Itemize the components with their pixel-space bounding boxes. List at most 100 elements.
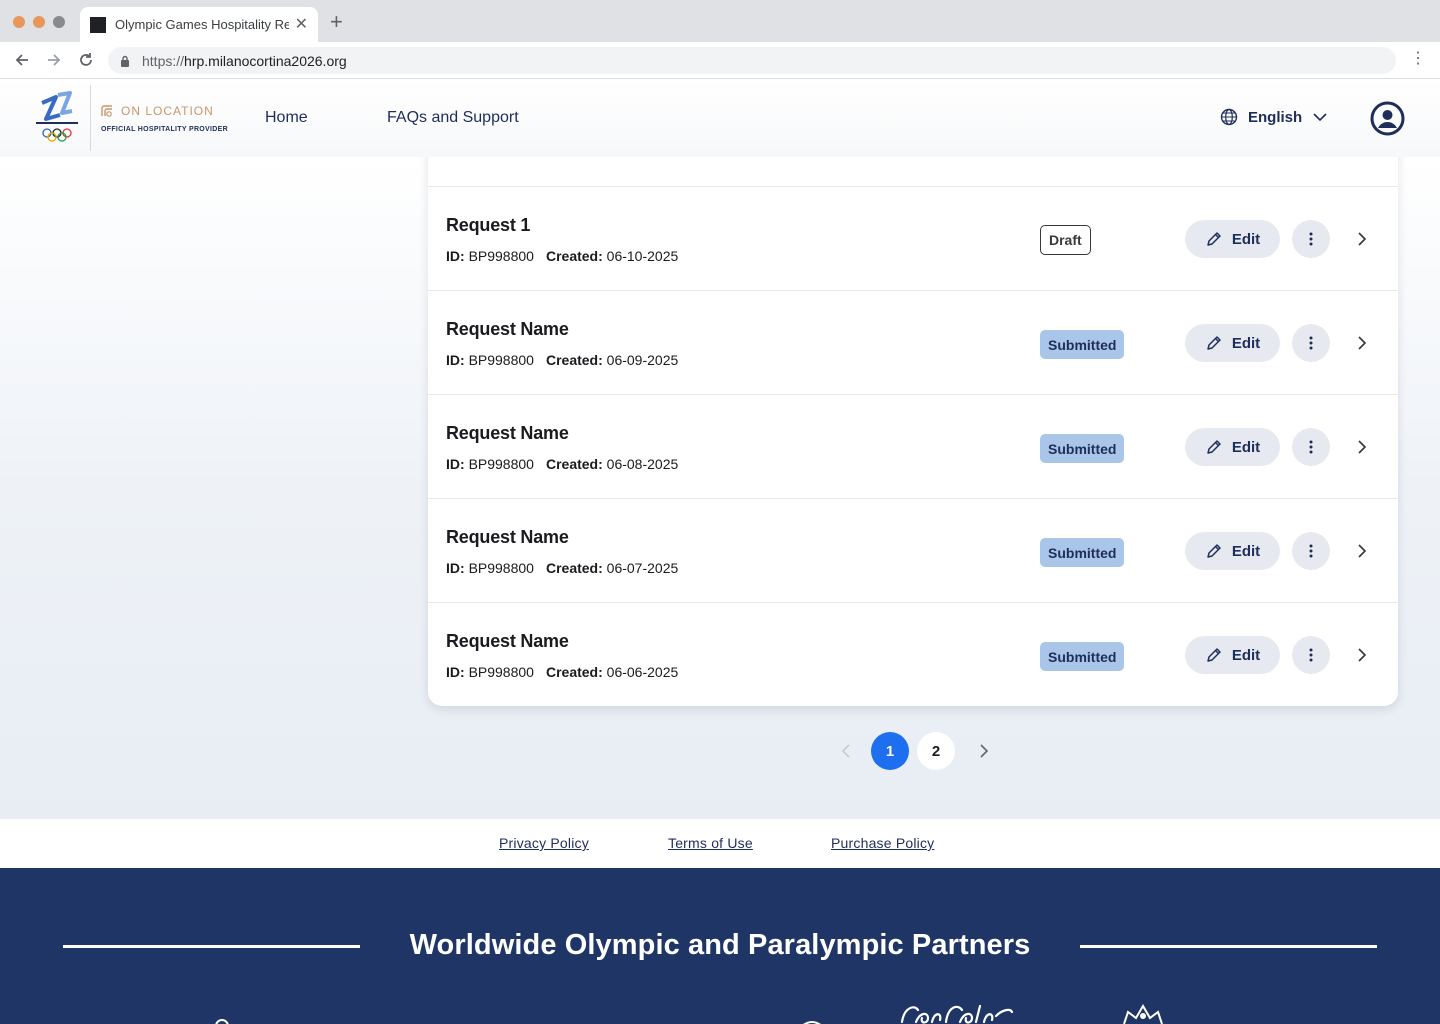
- browser-tab[interactable]: Olympic Games Hospitality Rec ✕: [80, 7, 318, 42]
- language-label: English: [1248, 108, 1303, 126]
- open-request-button[interactable]: [1350, 435, 1374, 459]
- partner-logo-icon: [215, 1019, 229, 1024]
- status-badge: Submitted: [1040, 538, 1125, 567]
- status-badge: Submitted: [1040, 330, 1125, 359]
- globe-icon: [1220, 108, 1238, 126]
- on-location-logo[interactable]: ON LOCATION: [99, 103, 214, 119]
- request-meta: ID: BP998800 Created: 06-06-2025: [446, 664, 679, 680]
- more-vertical-icon: [1309, 440, 1313, 454]
- reload-icon[interactable]: [76, 50, 96, 70]
- chevron-right-icon: [1358, 544, 1367, 558]
- url-input[interactable]: https://hrp.milanocortina2026.org: [108, 47, 1396, 74]
- edit-button[interactable]: Edit: [1185, 636, 1280, 674]
- pencil-icon: [1207, 648, 1221, 662]
- more-vertical-icon: [1309, 544, 1313, 558]
- partners-divider-right: [1080, 945, 1377, 948]
- edit-button[interactable]: Edit: [1185, 428, 1280, 466]
- more-vertical-icon: [1309, 648, 1313, 662]
- browser-menu-icon[interactable]: ⋮: [1410, 51, 1426, 67]
- browser-tab-bar: Olympic Games Hospitality Rec ✕ +: [0, 0, 1440, 42]
- privacy-policy-link[interactable]: Privacy Policy: [499, 835, 589, 851]
- request-meta: ID: BP998800 Created: 06-08-2025: [446, 456, 679, 472]
- purchase-policy-link[interactable]: Purchase Policy: [831, 835, 934, 851]
- status-badge: Draft: [1040, 225, 1091, 255]
- user-account-icon[interactable]: [1370, 101, 1405, 136]
- window-minimize-control[interactable]: [33, 16, 45, 28]
- request-meta: ID: BP998800 Created: 06-07-2025: [446, 560, 679, 576]
- chevron-right-icon: [980, 744, 989, 758]
- coca-cola-logo-icon: [900, 1004, 1014, 1024]
- request-name: Request Name: [446, 527, 569, 547]
- edit-button[interactable]: Edit: [1185, 324, 1280, 362]
- request-row[interactable]: Request Name ID: BP998800 Created: 06-06-…: [428, 603, 1398, 706]
- new-tab-icon[interactable]: +: [330, 11, 343, 33]
- pencil-icon: [1207, 336, 1221, 350]
- open-request-button[interactable]: [1350, 227, 1374, 251]
- request-name: Request Name: [446, 631, 569, 651]
- requests-list-card: Request 1 ID: BP998800 Created: 06-10-202…: [428, 131, 1398, 706]
- chevron-right-icon: [1358, 440, 1367, 454]
- pencil-icon: [1207, 440, 1221, 454]
- status-badge: Submitted: [1040, 434, 1125, 463]
- nav-faqs-support[interactable]: FAQs and Support: [387, 109, 519, 127]
- status-badge: Submitted: [1040, 642, 1125, 671]
- forward-icon[interactable]: [44, 50, 64, 70]
- pagination-next-button[interactable]: [972, 739, 996, 768]
- site-header: ON LOCATION OFFICIAL HOSPITALITY PROVIDE…: [0, 79, 1440, 157]
- request-row[interactable]: Request Name ID: BP998800 Created: 06-09-…: [428, 291, 1398, 395]
- lock-icon: [121, 55, 129, 67]
- open-request-button[interactable]: [1350, 331, 1374, 355]
- pagination-page-1[interactable]: 1: [871, 732, 909, 770]
- tab-title: Olympic Games Hospitality Rec: [115, 17, 289, 32]
- more-options-button[interactable]: [1292, 636, 1330, 674]
- back-icon[interactable]: [12, 50, 32, 70]
- url-host: hrp.milanocortina2026.org: [184, 52, 347, 69]
- chevron-right-icon: [1358, 232, 1367, 246]
- more-options-button[interactable]: [1292, 532, 1330, 570]
- logo-divider: [90, 85, 91, 151]
- terms-of-use-link[interactable]: Terms of Use: [668, 835, 753, 851]
- request-row[interactable]: Request 1 ID: BP998800 Created: 06-10-202…: [428, 187, 1398, 291]
- browser-address-bar: https://hrp.milanocortina2026.org ⋮: [0, 42, 1440, 79]
- partners-section: Worldwide Olympic and Paralympic Partner…: [0, 868, 1440, 1024]
- brand-name: ON LOCATION: [121, 104, 214, 118]
- edit-button[interactable]: Edit: [1185, 532, 1280, 570]
- request-name: Request Name: [446, 319, 569, 339]
- brand-subtitle: OFFICIAL HOSPITALITY PROVIDER: [101, 126, 228, 133]
- more-options-button[interactable]: [1292, 220, 1330, 258]
- request-meta: ID: BP998800 Created: 06-10-2025: [446, 248, 679, 264]
- chevron-left-icon: [841, 744, 850, 758]
- favicon-icon: [90, 16, 106, 33]
- on-location-mark-icon: [101, 105, 112, 117]
- open-request-button[interactable]: [1350, 539, 1374, 563]
- nav-home[interactable]: Home: [265, 109, 308, 127]
- partner-crest-icon: [1123, 1004, 1163, 1024]
- pencil-icon: [1207, 544, 1221, 558]
- request-name: Request 1: [446, 215, 531, 235]
- tab-close-icon[interactable]: ✕: [295, 16, 308, 33]
- request-name: Request Name: [446, 423, 569, 443]
- more-vertical-icon: [1309, 232, 1313, 246]
- partner-logo-icon: [803, 1021, 821, 1024]
- request-meta: ID: BP998800 Created: 06-09-2025: [446, 352, 679, 368]
- url-scheme: https://: [142, 52, 185, 69]
- open-request-button[interactable]: [1350, 643, 1374, 667]
- more-vertical-icon: [1309, 336, 1313, 350]
- window-close-control[interactable]: [13, 16, 25, 28]
- chevron-right-icon: [1358, 648, 1367, 662]
- more-options-button[interactable]: [1292, 324, 1330, 362]
- footer-links: Privacy Policy Terms of Use Purchase Pol…: [0, 819, 1440, 868]
- milano-cortina-logo-icon[interactable]: [32, 89, 82, 145]
- edit-button[interactable]: Edit: [1185, 220, 1280, 258]
- main-content: Request 1 ID: BP998800 Created: 06-10-202…: [0, 131, 1440, 819]
- pencil-icon: [1207, 232, 1221, 246]
- pagination-prev-button[interactable]: [834, 739, 858, 768]
- pagination: 1 2: [830, 732, 1000, 770]
- chevron-down-icon: [1313, 113, 1327, 122]
- request-row[interactable]: Request Name ID: BP998800 Created: 06-08-…: [428, 395, 1398, 499]
- more-options-button[interactable]: [1292, 428, 1330, 466]
- pagination-page-2[interactable]: 2: [917, 732, 955, 770]
- request-row[interactable]: Request Name ID: BP998800 Created: 06-07-…: [428, 499, 1398, 603]
- language-selector[interactable]: English: [1220, 108, 1328, 126]
- window-zoom-control[interactable]: [53, 16, 65, 28]
